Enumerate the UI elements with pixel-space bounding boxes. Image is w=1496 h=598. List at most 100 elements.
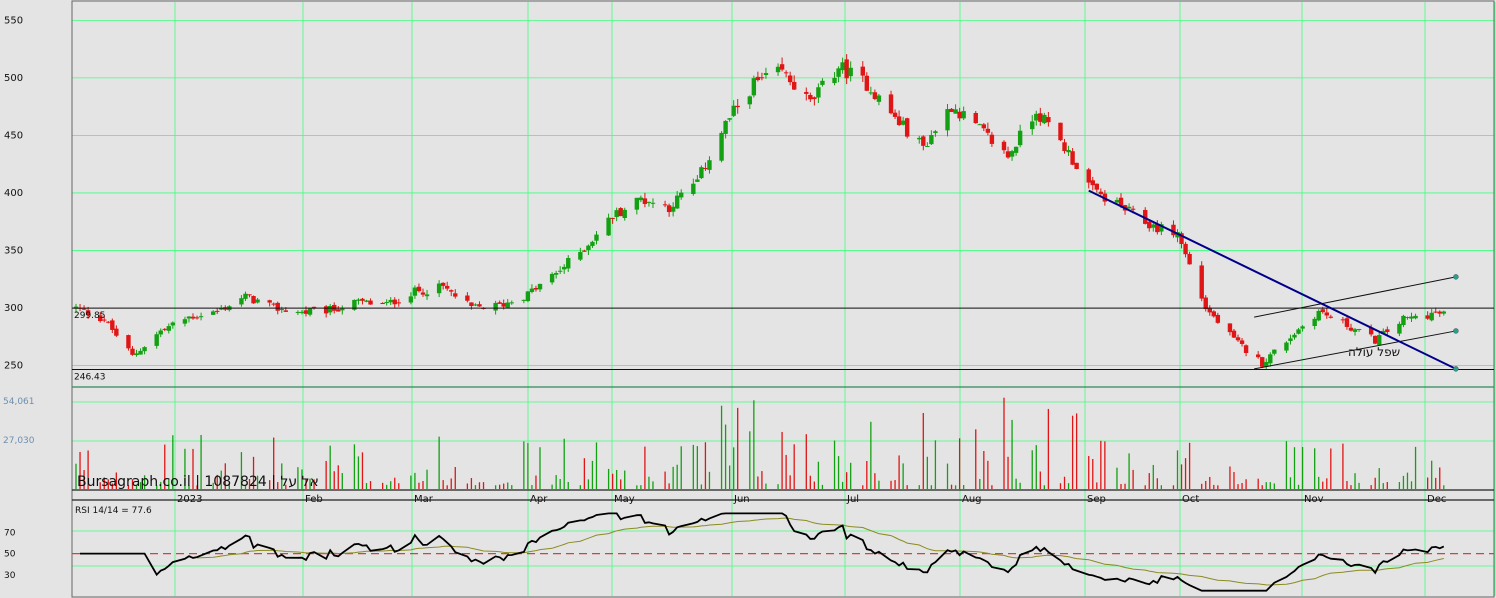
candle-up (529, 288, 535, 292)
rsi-moving-average (196, 517, 1444, 586)
trendline-endpoint (1453, 274, 1459, 280)
candle-up (186, 316, 192, 319)
candle-up (638, 197, 644, 201)
candle-down (1437, 311, 1442, 314)
candle-up (900, 120, 906, 125)
candle-up (723, 120, 728, 134)
candle-up (134, 353, 139, 356)
candle-up (1401, 315, 1406, 326)
stock-chart: 550 500 450 400 350 300 250 54,061 27,030 299.8… (3, 0, 1496, 598)
price-tick-label: 350 (4, 245, 23, 256)
candle-down (1260, 357, 1265, 367)
volume-tick-label: 54,061 (3, 397, 35, 407)
candle-down (703, 167, 708, 169)
candle-down (989, 134, 995, 144)
candle-up (424, 294, 430, 297)
candle-down (1425, 315, 1430, 319)
candle-up (1352, 329, 1358, 332)
candle-down (1231, 330, 1237, 338)
candle-down (533, 288, 539, 290)
month-label: Dec (1427, 494, 1446, 505)
candle-down (618, 208, 623, 217)
candle-up (1126, 206, 1132, 209)
candle-down (247, 294, 252, 296)
candle-up (707, 160, 712, 170)
candle-down (114, 328, 119, 336)
candle-down (844, 59, 849, 79)
candle-down (666, 205, 672, 213)
level-label: 299.85 (74, 311, 106, 321)
candle-up (1409, 316, 1414, 319)
candle-up (154, 334, 159, 346)
month-label: Sep (1087, 494, 1106, 505)
candle-down (360, 298, 365, 301)
candle-up (182, 319, 188, 324)
panel-borders (71, 0, 1495, 598)
candle-down (872, 92, 878, 100)
candle-up (586, 245, 591, 251)
candle-up (840, 62, 845, 71)
trendline-endpoint (1453, 366, 1459, 372)
candle-down (81, 308, 87, 310)
rsi-label: RSI 14/14 = 77.6 (75, 506, 152, 516)
candle-up (1114, 199, 1120, 203)
candle-down (1187, 253, 1192, 265)
candle-down (1098, 191, 1104, 194)
candle-down (812, 97, 817, 100)
candle-up (763, 73, 769, 76)
candle-down (215, 310, 220, 312)
candle-up (832, 77, 837, 84)
candle-down (860, 66, 865, 76)
candle-down (440, 282, 446, 286)
candle-down (1320, 309, 1325, 313)
candle-up (1300, 326, 1305, 329)
candle-up (606, 217, 611, 236)
month-label: Jun (733, 494, 750, 505)
candle-up (505, 302, 510, 308)
price-axis: 550 500 450 400 350 300 250 (4, 15, 23, 371)
candle-up (525, 291, 531, 302)
candle-up (945, 109, 950, 131)
candle-up (566, 258, 571, 269)
candle-up (731, 105, 736, 116)
chart-grid (72, 2, 1496, 596)
trendlines (1088, 189, 1459, 372)
candle-up (1017, 130, 1023, 146)
candle-down (336, 309, 341, 312)
candle-down (283, 310, 289, 312)
candle-up (1264, 362, 1269, 367)
candle-down (921, 136, 926, 146)
level-label: 246.43 (74, 373, 106, 383)
candle-up (917, 137, 922, 140)
candle-up (1009, 151, 1015, 157)
price-tick-label: 450 (4, 130, 23, 141)
trendline-endpoint (1453, 328, 1459, 334)
candle-up (158, 330, 163, 335)
candle-down (501, 303, 506, 307)
candle-up (142, 347, 147, 352)
candle-down (368, 300, 373, 305)
candle-up (509, 302, 514, 304)
candle-down (735, 105, 740, 108)
trend-annotation: שפל עולה (1348, 345, 1400, 359)
rsi-panel: 70 50 30 (4, 512, 1494, 592)
candle-down (1094, 183, 1099, 190)
candle-up (384, 302, 389, 304)
candle-up (1013, 146, 1019, 153)
candle-down (1058, 122, 1063, 141)
candle-up (1030, 121, 1035, 130)
candle-up (590, 241, 595, 246)
candle-up (816, 87, 821, 98)
candle-up (578, 252, 583, 260)
candle-up (537, 283, 543, 290)
candle-up (646, 201, 652, 203)
candle-up (299, 311, 305, 313)
candle-down (126, 335, 131, 349)
candle-down (1243, 345, 1249, 353)
candle-up (557, 270, 563, 272)
price-tick-label: 300 (4, 303, 23, 314)
candle-up (929, 134, 934, 145)
candle-up (307, 308, 313, 315)
candle-down (1183, 243, 1188, 255)
candle-down (642, 198, 648, 204)
